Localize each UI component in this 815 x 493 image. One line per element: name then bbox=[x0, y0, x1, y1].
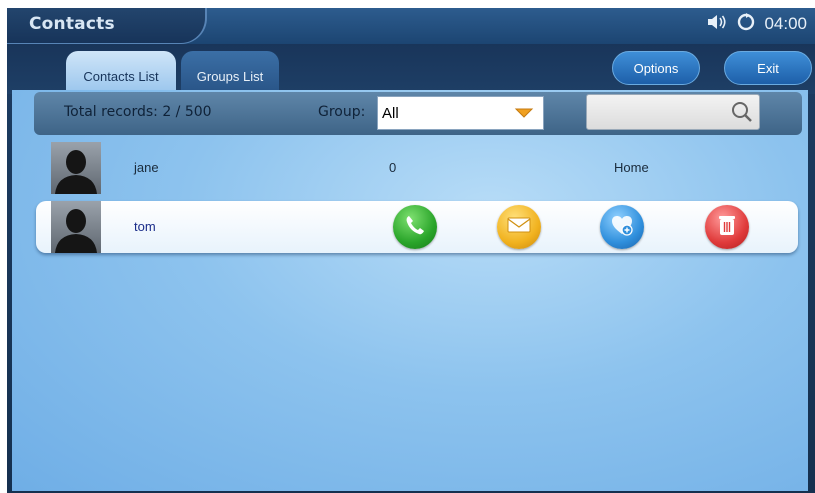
speaker-icon[interactable] bbox=[706, 13, 728, 35]
list-item-selected[interactable]: tom bbox=[36, 201, 798, 253]
options-button[interactable]: Options bbox=[612, 51, 700, 85]
trash-icon bbox=[717, 214, 737, 240]
heart-add-icon bbox=[610, 213, 634, 241]
avatar bbox=[51, 142, 101, 194]
exit-button[interactable]: Exit bbox=[724, 51, 812, 85]
call-button[interactable] bbox=[393, 205, 437, 249]
app-title: Contacts bbox=[29, 14, 115, 34]
group-select[interactable]: All bbox=[377, 96, 544, 130]
clock-time: 04:00 bbox=[764, 14, 807, 33]
add-favorite-button[interactable] bbox=[600, 205, 644, 249]
phone-icon bbox=[403, 213, 427, 241]
status-area: 04:00 bbox=[706, 12, 807, 36]
contact-name: jane bbox=[134, 160, 159, 175]
group-select-value: All bbox=[382, 104, 399, 122]
contact-type: Home bbox=[614, 160, 649, 175]
contact-number: 0 bbox=[389, 160, 397, 175]
tab-groups-list[interactable]: Groups List bbox=[181, 51, 279, 90]
avatar bbox=[51, 201, 101, 253]
chevron-down-icon[interactable] bbox=[513, 104, 535, 122]
list-item[interactable]: jane 0 Home bbox=[36, 142, 798, 194]
search-icon[interactable] bbox=[729, 99, 755, 129]
contact-name: tom bbox=[134, 219, 156, 234]
group-label: Group: bbox=[318, 104, 366, 120]
tab-contacts-list[interactable]: Contacts List bbox=[66, 51, 176, 90]
search-input[interactable] bbox=[586, 94, 760, 130]
delete-button[interactable] bbox=[705, 205, 749, 249]
total-records: Total records: 2 / 500 bbox=[64, 104, 212, 120]
sync-status-icon bbox=[736, 12, 756, 36]
message-button[interactable] bbox=[497, 205, 541, 249]
envelope-icon bbox=[507, 216, 531, 238]
